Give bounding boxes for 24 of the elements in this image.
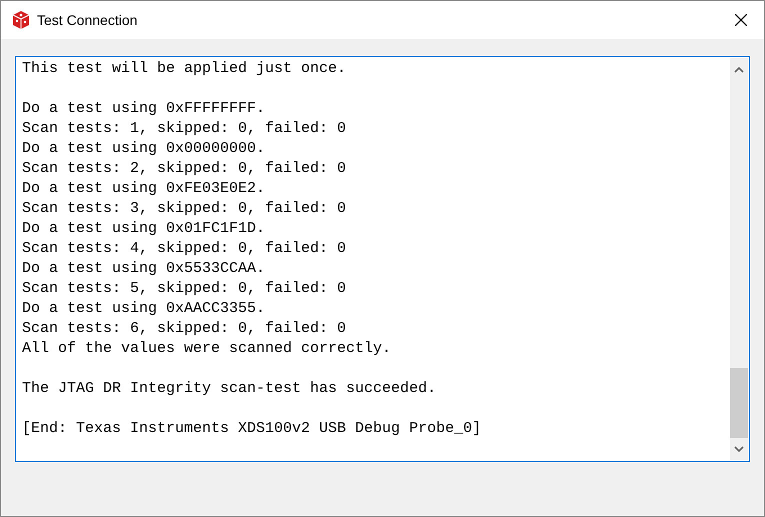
log-line: Do a test using 0x5533CCAA. bbox=[22, 259, 266, 279]
log-line: Scan tests: 6, skipped: 0, failed: 0 bbox=[22, 319, 348, 339]
log-text-area[interactable] bbox=[15, 56, 750, 462]
log-line: Scan tests: 5, skipped: 0, failed: 0 bbox=[22, 279, 348, 299]
log-line: The JTAG DR Integrity scan-test has succeeded. bbox=[22, 379, 438, 399]
log-line: Scan tests: 4, skipped: 0, failed: 0 bbox=[22, 239, 348, 259]
log-line: Do a test using 0x01FC1F1D. bbox=[22, 219, 266, 239]
scrollbar[interactable] bbox=[730, 58, 748, 460]
log-line: Scan tests: 3, skipped: 0, failed: 0 bbox=[22, 199, 348, 219]
log-line: [End: Texas Instruments XDS100v2 USB Debug Probe_0] bbox=[22, 419, 482, 439]
log-line: Do a test using 0xFE03E0E2. bbox=[22, 179, 266, 199]
log-line: Do a test using 0xAACC3355. bbox=[22, 299, 266, 319]
close-icon bbox=[735, 14, 747, 26]
scroll-thumb[interactable] bbox=[730, 368, 748, 438]
scroll-up-icon[interactable] bbox=[734, 67, 744, 73]
cube-icon bbox=[11, 10, 31, 30]
window-title: Test Connection bbox=[37, 10, 138, 30]
log-line: Scan tests: 2, skipped: 0, failed: 0 bbox=[22, 159, 348, 179]
log-line: Scan tests: 1, skipped: 0, failed: 0 bbox=[22, 119, 348, 139]
log-line: This test will be applied just once. bbox=[22, 59, 348, 79]
scroll-down-icon[interactable] bbox=[734, 446, 744, 452]
log-line: All of the values were scanned correctly. bbox=[22, 339, 392, 359]
log-line: Do a test using 0xFFFFFFFF. bbox=[22, 99, 266, 119]
log-line: Do a test using 0x00000000. bbox=[22, 139, 266, 159]
